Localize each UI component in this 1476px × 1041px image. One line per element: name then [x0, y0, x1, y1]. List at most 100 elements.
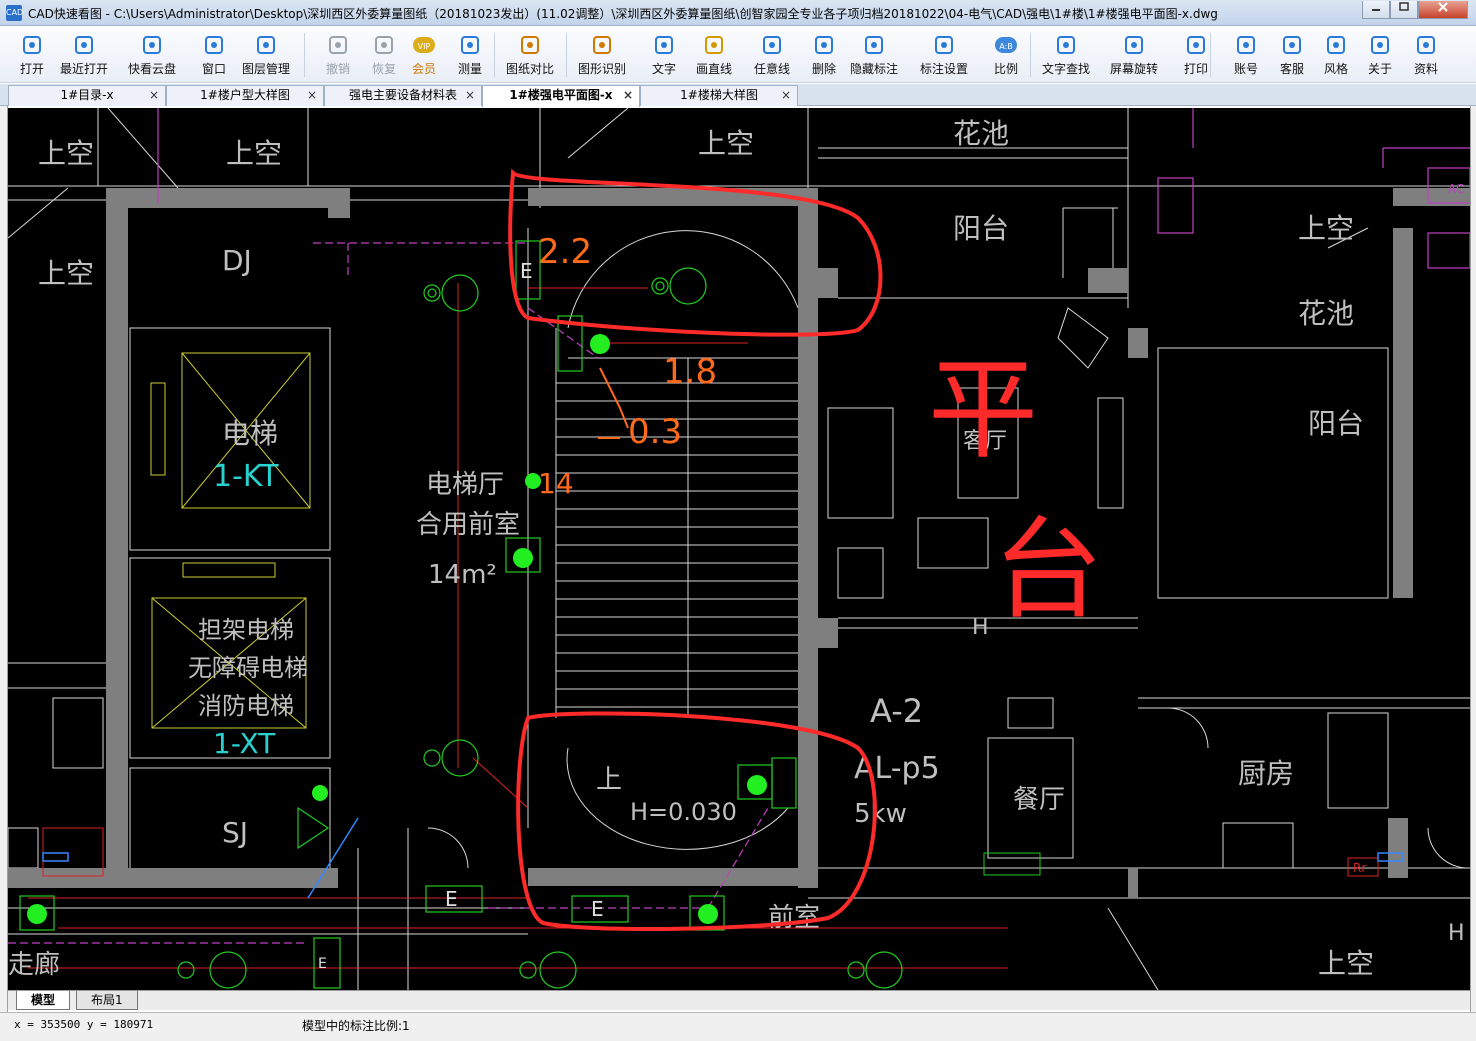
label-dianti: 电梯: [222, 417, 278, 450]
tab-label: 强电主要设备材料表: [348, 88, 457, 102]
floor-plan-drawing[interactable]: 上空 上空 上空 上空 上空 上空 花池 花池 阳台 阳台 DJ 电梯 担架电梯…: [8, 108, 1470, 990]
walls: [8, 188, 1470, 898]
toolbar-button-15[interactable]: 隐藏标注: [850, 31, 898, 79]
rotate-screen-icon: [1125, 36, 1143, 54]
tab-close-icon[interactable]: ×: [781, 86, 791, 105]
toolbar-label: 窗口: [201, 62, 226, 76]
toolbar-separator: [1210, 33, 1211, 77]
annotation-14: 14: [538, 467, 574, 500]
document-tab-3[interactable]: 1#楼强电平面图-x ×: [482, 85, 640, 107]
document-tab-0[interactable]: 1#目录-x ×: [8, 85, 166, 106]
toolbar-button-9[interactable]: 图纸对比: [506, 31, 554, 79]
toolbar-label: 账号: [1233, 62, 1258, 76]
toolbar-button-16[interactable]: 标注设置: [920, 31, 968, 79]
toolbar-button-0[interactable]: 打开: [8, 31, 56, 79]
maximize-button[interactable]: [1390, 1, 1418, 19]
toolbar-button-21[interactable]: 账号: [1222, 31, 1270, 79]
label-kt: 1-KT: [213, 459, 279, 494]
toolbar-button-7[interactable]: VIP 会员: [400, 31, 448, 79]
label-chufang: 厨房: [1238, 757, 1294, 790]
toolbar-separator: [494, 33, 495, 77]
toolbar-button-5[interactable]: 撤销: [314, 31, 362, 79]
label-yangtai-2: 阳台: [1308, 407, 1364, 440]
document-tab-1[interactable]: 1#楼户型大样图 ×: [166, 85, 324, 106]
shape-recognize-icon: [593, 36, 611, 54]
toolbar-button-17[interactable]: A:B 比例: [982, 31, 1030, 79]
toolbar-button-10[interactable]: 图形识别: [578, 31, 626, 79]
toolbar-button-22[interactable]: 客服: [1268, 31, 1316, 79]
toolbar-button-4[interactable]: 图层管理: [242, 31, 290, 79]
label-alp5: AL-p5: [854, 751, 940, 786]
toolbar-button-19[interactable]: 屏幕旋转: [1110, 31, 1158, 79]
label-shangkong-1: 上空: [38, 137, 94, 170]
tab-close-icon[interactable]: ×: [149, 86, 159, 105]
toolbar-label: 图形识别: [578, 62, 627, 76]
label-dj: DJ: [222, 244, 252, 277]
folder-open-icon: [23, 36, 41, 54]
document-tab-4[interactable]: 1#楼梯大样图 ×: [640, 85, 798, 106]
orange-annotations: [598, 367, 629, 439]
toolbar-button-1[interactable]: 最近打开: [60, 31, 108, 79]
toolbar-label: 资料: [1413, 62, 1438, 76]
orange-annotation-text: 2.2 1.8 0.3 14: [538, 232, 717, 500]
toolbar-button-13[interactable]: 任意线: [748, 31, 796, 79]
label-shangkong-5: 上空: [1298, 212, 1354, 245]
toolbar-button-12[interactable]: 画直线: [690, 31, 738, 79]
label-a2: A-2: [870, 692, 923, 730]
layout-tab-model[interactable]: 模型: [16, 991, 71, 1010]
label-hall-3: 14m²: [428, 560, 497, 590]
toolbar-separator: [566, 33, 567, 77]
markup-tai: 台: [993, 506, 1103, 634]
room-labels: 上空 上空 上空 上空 上空 上空 花池 花池 阳台 阳台 DJ 电梯 担架电梯…: [8, 117, 1465, 980]
tab-close-icon[interactable]: ×: [465, 86, 475, 105]
text-search-icon: [1057, 36, 1075, 54]
toolbar-label: 比例: [993, 62, 1018, 76]
toolbar-button-20[interactable]: 打印: [1172, 31, 1220, 79]
toolbar-button-11[interactable]: 文字: [640, 31, 688, 79]
hide-eye-icon: [865, 36, 883, 54]
document-tab-2[interactable]: 强电主要设备材料表 ×: [324, 85, 482, 106]
toolbar-label: 图层管理: [242, 62, 291, 76]
window-fit-icon: [205, 36, 223, 54]
user-icon: [1237, 36, 1255, 54]
style-icon: [1327, 36, 1345, 54]
tab-close-icon[interactable]: ×: [623, 86, 633, 105]
tab-label: 1#楼强电平面图-x: [509, 88, 613, 102]
toolbar-label: 打印: [1183, 62, 1208, 76]
toolbar-label: 屏幕旋转: [1110, 62, 1159, 76]
annotation-scale: 模型中的标注比例:1: [302, 1019, 410, 1033]
cursor-coordinates: x = 353500 y = 180971: [14, 1018, 154, 1031]
toolbar-button-14[interactable]: 删除: [800, 31, 848, 79]
architecture-lines: [8, 108, 1470, 990]
toolbar-button-3[interactable]: 窗口: [190, 31, 238, 79]
toolbar-button-18[interactable]: 文字查找: [1042, 31, 1090, 79]
minimize-icon: [1372, 9, 1380, 11]
printer-icon: [1187, 36, 1205, 54]
toolbar-button-24[interactable]: 关于: [1356, 31, 1404, 79]
cad-drawing-canvas[interactable]: 上空 上空 上空 上空 上空 上空 花池 花池 阳台 阳台 DJ 电梯 担架电梯…: [8, 108, 1470, 990]
undo-icon: [329, 36, 347, 54]
close-window-button[interactable]: [1418, 1, 1468, 19]
layout-tab-layout1[interactable]: 布局1: [76, 991, 138, 1010]
main-toolbar: 打开 最近打开 快看云盘 窗口 图层管理 撤销 恢复 VIP 会员 测量 图纸对比 图形识别 文字 画直线…: [0, 27, 1476, 83]
toolbar-label: 删除: [811, 62, 836, 76]
tab-close-icon[interactable]: ×: [307, 86, 317, 105]
tab-label: 1#楼梯大样图: [680, 88, 758, 102]
label-shangkong-3: 上空: [698, 127, 754, 160]
toolbar-button-8[interactable]: 测量: [446, 31, 494, 79]
eraser-icon: [815, 36, 833, 54]
toolbar-label: 会员: [411, 62, 436, 76]
ruler-icon: [461, 36, 479, 54]
vip-icon: VIP: [413, 37, 435, 53]
minimize-button[interactable]: [1362, 1, 1390, 19]
toolbar-button-25[interactable]: 资料: [1402, 31, 1450, 79]
label-xt: 1-XT: [213, 727, 276, 760]
toolbar-label: 测量: [457, 62, 482, 76]
toolbar-label: 客服: [1279, 62, 1304, 76]
toolbar-button-23[interactable]: 风格: [1312, 31, 1360, 79]
label-h-2: H: [1448, 921, 1465, 946]
label-shangkong-2: 上空: [226, 137, 282, 170]
toolbar-button-2[interactable]: 快看云盘: [128, 31, 176, 79]
maximize-icon: [1399, 2, 1409, 11]
annotation-0-3: 0.3: [628, 412, 682, 452]
